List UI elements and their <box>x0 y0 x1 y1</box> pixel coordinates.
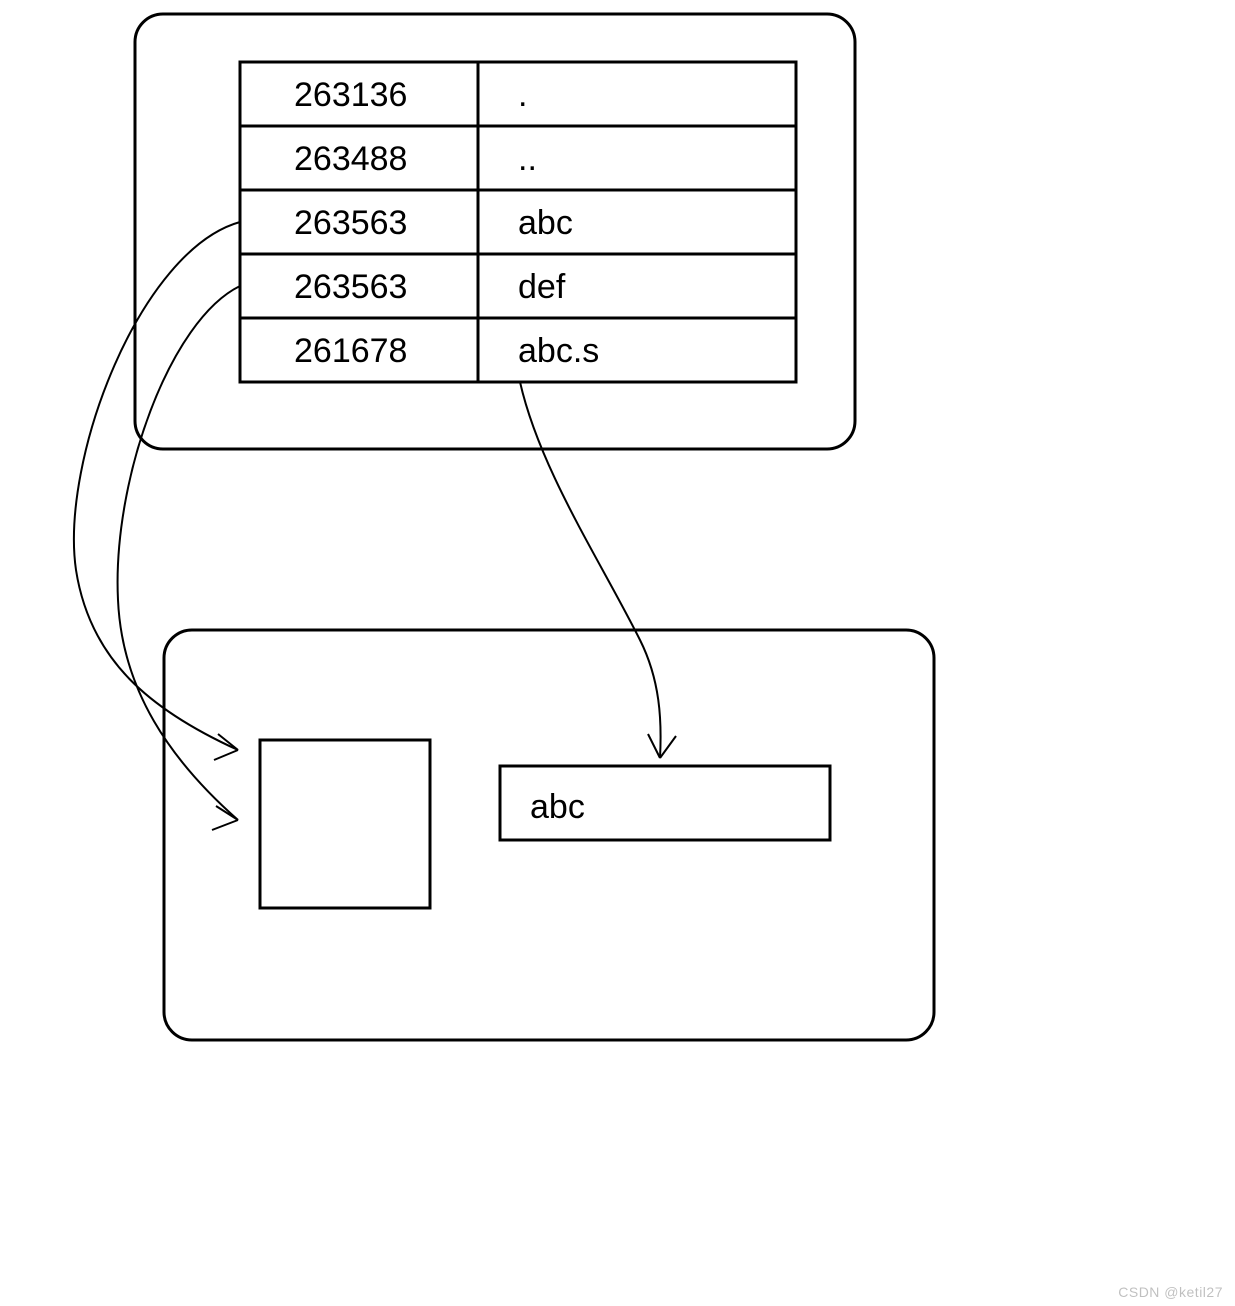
abc-box-label: abc <box>530 788 585 826</box>
inode-box <box>260 740 430 908</box>
name-cell-3: def <box>518 268 566 306</box>
inode-cell-4: 261678 <box>294 332 407 370</box>
abc-box: abc <box>500 766 830 840</box>
name-cell-4: abc.s <box>518 332 599 370</box>
inode-cell-0: 263136 <box>294 76 407 114</box>
bottom-panel <box>164 630 934 1040</box>
inode-cell-2: 263563 <box>294 204 407 242</box>
watermark: CSDN @ketil27 <box>1118 1284 1223 1300</box>
inode-cell-3: 263563 <box>294 268 407 306</box>
name-cell-1: .. <box>518 140 537 178</box>
inode-cell-1: 263488 <box>294 140 407 178</box>
directory-table: 263136 . 263488 .. 263563 abc 263563 def… <box>240 62 796 382</box>
arrow-abcs-to-abc <box>520 382 676 758</box>
name-cell-0: . <box>518 76 527 114</box>
name-cell-2: abc <box>518 204 573 242</box>
top-panel <box>135 14 855 449</box>
